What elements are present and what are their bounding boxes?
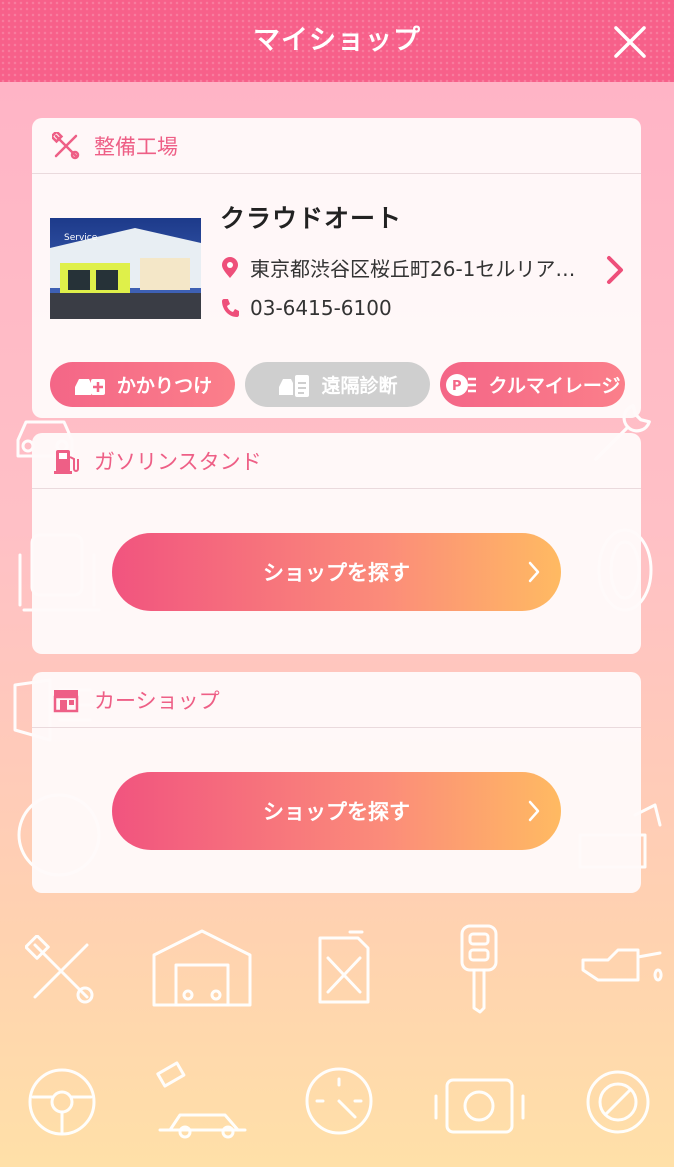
car-clipboard-icon — [279, 374, 310, 397]
car-medical-icon — [74, 378, 105, 395]
primary-shop-badge-label: かかりつけ — [116, 375, 213, 397]
gear-wrench-bg-icon — [586, 1070, 650, 1134]
tools-icon — [49, 129, 80, 160]
kuru-mileage-badge-label: クルマイレージ — [488, 375, 621, 397]
shop-phone: 03-6415-6100 — [250, 296, 392, 320]
location-pin-icon — [222, 256, 238, 278]
car-shop-section-label: カーショップ — [94, 688, 220, 713]
primary-shop-badge[interactable]: かかりつけ — [50, 362, 235, 407]
oil-can-bg-icon — [581, 948, 663, 982]
header-bar: マイショップ — [0, 0, 674, 82]
find-gas-station-button-label: ショップを探す — [263, 561, 410, 585]
find-gas-station-button[interactable]: ショップを探す — [112, 533, 561, 611]
fuel-can-bg-icon — [318, 930, 370, 1004]
maintenance-shop-card: 整備工場 Service クラウドオート 東京都渋谷区桜丘町26-1セルリア… … — [32, 118, 641, 418]
close-button[interactable] — [612, 24, 648, 60]
shop-badges: かかりつけ 遠隔診断 P クルマイレージ — [50, 362, 625, 407]
mileage-coin-icon: P — [446, 373, 477, 396]
shop-photo-sign: Service — [64, 233, 98, 243]
engine-bg-icon — [434, 1078, 525, 1134]
tools-bg-icon — [25, 935, 94, 1004]
car-shop-section-header: カーショップ — [32, 672, 641, 728]
shop-store-icon — [52, 686, 80, 714]
car-shop-card: カーショップ ショップを探す — [32, 672, 641, 893]
shop-detail-chevron[interactable] — [605, 255, 625, 285]
chevron-right-icon — [527, 799, 541, 823]
close-icon — [614, 26, 646, 58]
car-key-bg-icon — [460, 924, 498, 1014]
shop-phone-row[interactable]: 03-6415-6100 — [220, 296, 392, 320]
maintenance-section-label: 整備工場 — [94, 134, 178, 159]
gas-station-section-header: ガソリンスタンド — [32, 433, 641, 489]
find-car-shop-button[interactable]: ショップを探す — [112, 772, 561, 850]
chevron-right-icon — [607, 256, 623, 284]
shop-address: 東京都渋谷区桜丘町26-1セルリア… — [250, 257, 576, 281]
shop-name: クラウドオート — [220, 204, 403, 233]
svg-text:P: P — [452, 379, 462, 394]
remote-diagnosis-badge[interactable]: 遠隔診断 — [245, 362, 430, 407]
speedometer-bg-icon — [305, 1067, 373, 1135]
maintenance-section-header: 整備工場 — [32, 118, 641, 174]
shop-address-row: 東京都渋谷区桜丘町26-1セルリア… — [220, 253, 575, 282]
steering-wheel-bg-icon — [28, 1068, 96, 1136]
satellite-car-bg-icon — [156, 1061, 247, 1139]
shop-photo: Service — [50, 218, 201, 319]
shop-detail-row[interactable]: Service クラウドオート 東京都渋谷区桜丘町26-1セルリア… 03-64… — [32, 175, 641, 345]
garage-bg-icon — [152, 929, 252, 1007]
fuel-pump-icon — [52, 447, 80, 475]
remote-diagnosis-badge-label: 遠隔診断 — [321, 375, 398, 397]
find-car-shop-button-label: ショップを探す — [263, 800, 410, 824]
phone-icon — [222, 299, 239, 317]
chevron-right-icon — [527, 560, 541, 584]
page-title: マイショップ — [253, 25, 421, 56]
gas-station-section-label: ガソリンスタンド — [94, 449, 262, 474]
gas-station-card: ガソリンスタンド ショップを探す — [32, 433, 641, 654]
kuru-mileage-badge[interactable]: P クルマイレージ — [440, 362, 625, 407]
